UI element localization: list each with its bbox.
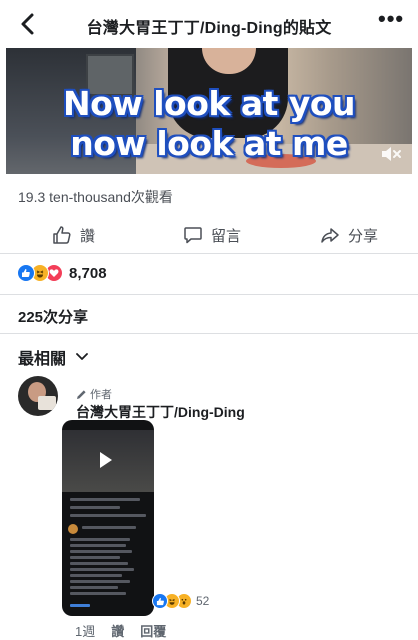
view-count: 19.3 ten-thousand次觀看 — [18, 189, 173, 205]
page-title: 台灣大胃王丁丁/Ding-Ding的貼文 — [86, 20, 332, 37]
comment-sort-dropdown[interactable]: 最相關 — [18, 345, 88, 369]
author-badge-label: 作者 — [90, 389, 112, 401]
comment-reactions[interactable]: 52 — [152, 591, 209, 611]
comment-image[interactable] — [62, 420, 154, 616]
comment-author-name[interactable]: 台灣大胃王丁丁/Ding-Ding — [76, 402, 245, 422]
like-button[interactable]: 讚 — [52, 222, 95, 248]
pencil-icon — [77, 389, 86, 399]
speaker-muted-icon — [382, 147, 401, 161]
reaction-count: 8,708 — [69, 264, 107, 282]
reactions-summary[interactable]: 8,708 — [17, 262, 107, 284]
like-label: 讚 — [80, 227, 96, 245]
like-reaction-icon — [17, 264, 35, 282]
top-bar: 台灣大胃王丁丁/Ding-Ding的貼文 ••• — [0, 0, 418, 48]
divider — [0, 253, 418, 254]
more-options-button[interactable]: ••• — [378, 8, 403, 34]
divider — [0, 333, 418, 334]
comment-like-button[interactable]: 讚 — [111, 621, 124, 640]
share-count[interactable]: 225次分享 — [18, 306, 88, 327]
avatar[interactable] — [18, 376, 58, 416]
mute-button[interactable] — [380, 144, 402, 164]
divider — [0, 294, 418, 295]
chevron-left-icon — [21, 13, 34, 35]
share-button[interactable]: 分享 — [320, 222, 378, 248]
comment-timestamp: 1週 — [75, 624, 96, 639]
sort-label: 最相關 — [18, 351, 67, 368]
comment-reaction-count: 52 — [196, 594, 210, 608]
post-action-bar: 讚 留言 分享 — [0, 222, 418, 248]
comment-label: 留言 — [211, 227, 242, 245]
author-badge: 作者 — [76, 386, 112, 402]
share-label: 分享 — [348, 227, 379, 245]
like-reaction-icon — [152, 593, 168, 609]
back-button[interactable] — [14, 10, 42, 38]
video-player[interactable]: Now look at you now look at me — [6, 48, 412, 174]
video-caption-line1: Now look at you — [62, 84, 356, 123]
video-caption-line2: now look at me — [70, 124, 348, 163]
chevron-down-icon — [76, 353, 88, 360]
comment-icon — [184, 227, 202, 244]
comment-button[interactable]: 留言 — [183, 222, 241, 248]
comment-reply-button[interactable]: 回覆 — [140, 621, 166, 640]
comment-meta: 1週 讚 回覆 — [75, 621, 182, 640]
share-arrow-icon — [321, 228, 339, 243]
thumbs-up-icon — [53, 226, 71, 244]
